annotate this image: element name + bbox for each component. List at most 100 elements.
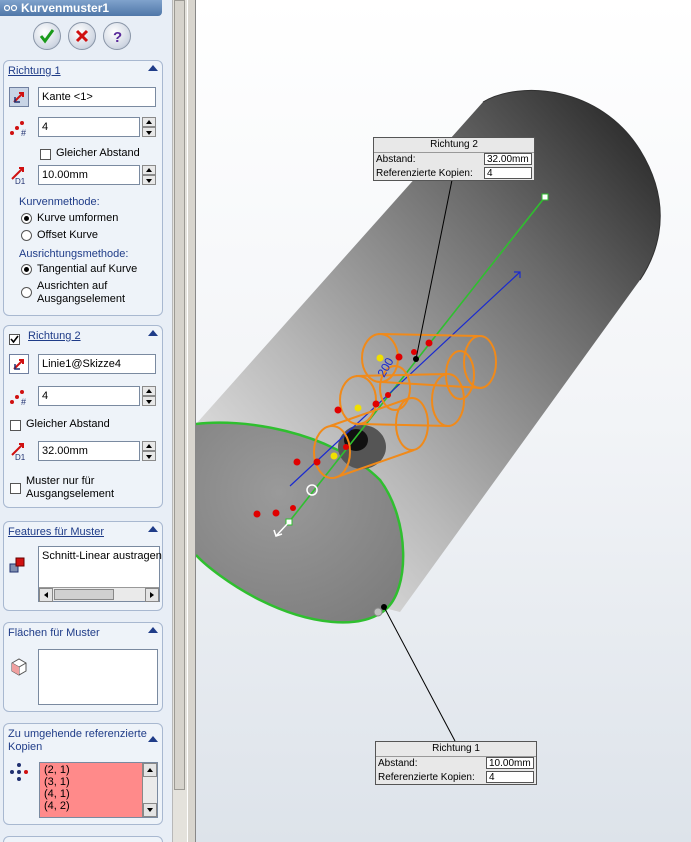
faces-collapse-icon[interactable]: [148, 627, 158, 633]
faces-title: Flächen für Muster: [8, 627, 100, 639]
callout-copies-value[interactable]: 4: [484, 167, 532, 179]
direction-2-count-field[interactable]: 4: [38, 386, 140, 406]
direction-1-callout-spacing-row: Abstand: 10.00mm: [376, 757, 536, 771]
callout-leader-bottom: [383, 606, 456, 742]
direction-1-callout-copies-row: Referenzierte Kopien: 4: [376, 771, 536, 785]
cancel-button[interactable]: [68, 22, 96, 50]
alignment-seed-radio[interactable]: [21, 287, 32, 298]
direction-1-spacing-spinner[interactable]: [142, 165, 156, 185]
callout-spacing-value[interactable]: 32.00mm: [484, 153, 532, 165]
spacing-icon: D1: [9, 165, 29, 186]
direction-2-title: Richtung 2: [28, 330, 81, 342]
callout-copies-label: Referenzierte Kopien:: [378, 772, 475, 783]
direction-1-collapse-icon[interactable]: [148, 65, 158, 71]
direction-2-callout-title: Richtung 2: [374, 138, 534, 153]
scroll-right-icon[interactable]: [145, 588, 159, 602]
property-manager: Kurvenmuster1 ? Richtung 1 Kante <1> # 4…: [0, 0, 172, 842]
curve-method-offset-radio[interactable]: [21, 230, 32, 241]
alignment-tangent-radio[interactable]: [21, 264, 32, 275]
direction-1-callout[interactable]: Richtung 1 Abstand: 10.00mm Referenziert…: [375, 741, 537, 785]
curve-method-transform-label: Kurve umformen: [37, 212, 119, 224]
skip-instances-section: Zu umgehende referenzierte Kopien (2, 1)…: [3, 723, 163, 825]
direction-1-count-field[interactable]: 4: [38, 117, 140, 137]
seed-only-checkbox[interactable]: [10, 483, 21, 494]
callout-spacing-label: Abstand:: [378, 758, 418, 769]
curve-method-offset-label: Offset Kurve: [37, 229, 98, 241]
help-button[interactable]: ?: [103, 22, 131, 50]
seed-only-label-2: Ausgangselement: [26, 488, 115, 500]
direction-2-spacing-icon: D1: [9, 441, 29, 462]
graphics-viewport[interactable]: 200: [196, 0, 691, 842]
panel-splitter[interactable]: [187, 0, 196, 842]
ok-button[interactable]: [33, 22, 61, 50]
ok-check-icon: [39, 29, 55, 44]
direction-1-header: Richtung 1: [8, 65, 158, 79]
skip-item[interactable]: (4, 2): [44, 800, 70, 812]
svg-text:D1: D1: [15, 453, 26, 461]
direction-1-edge-field[interactable]: Kante <1>: [38, 87, 156, 107]
features-list[interactable]: Schnitt-Linear austragen: [38, 546, 162, 602]
scroll-down-icon[interactable]: [143, 803, 157, 817]
direction-2-callout[interactable]: Richtung 2 Abstand: 32.00mm Referenziert…: [373, 137, 535, 181]
direction-2-equal-spacing-checkbox[interactable]: [10, 420, 21, 431]
skip-item[interactable]: (3, 1): [44, 776, 70, 788]
skip-item[interactable]: (4, 1): [44, 788, 70, 800]
skip-vertical-scrollbar[interactable]: [142, 763, 157, 817]
direction-1-title: Richtung 1: [8, 65, 61, 77]
features-scroll-thumb[interactable]: [54, 589, 114, 600]
direction-2-callout-copies-row: Referenzierte Kopien: 4: [374, 167, 534, 181]
features-icon: [8, 556, 28, 576]
skip-instances-header-1: Zu umgehende referenzierte: [8, 728, 147, 740]
curve-method-label: Kurvenmethode:: [19, 196, 100, 208]
direction-2-enable-checkbox[interactable]: [9, 334, 20, 345]
direction-1-equal-spacing-checkbox[interactable]: [40, 149, 51, 160]
line-endpoint[interactable]: [541, 193, 549, 201]
callout-spacing-value[interactable]: 10.00mm: [486, 757, 534, 769]
callout-copies-label: Referenzierte Kopien:: [376, 168, 473, 179]
property-manager-title-bar: Kurvenmuster1: [0, 0, 162, 16]
instances-icon: #: [9, 117, 29, 138]
callout-copies-value[interactable]: 4: [486, 771, 534, 783]
direction-1-callout-title: Richtung 1: [376, 742, 536, 757]
features-horizontal-scrollbar[interactable]: [39, 587, 159, 602]
property-manager-title: Kurvenmuster1: [21, 1, 110, 15]
direction-2-collapse-icon[interactable]: [148, 330, 158, 336]
alignment-seed-label-2: Ausgangselement: [37, 293, 126, 305]
scroll-up-icon[interactable]: [143, 763, 157, 777]
direction-1-equal-spacing-label: Gleicher Abstand: [56, 147, 140, 159]
edge-handle[interactable]: [373, 607, 383, 617]
help-icon: ?: [113, 29, 122, 44]
direction-2-spacing-field[interactable]: 32.00mm: [38, 441, 140, 461]
faces-header: Flächen für Muster: [8, 627, 158, 641]
svg-text:D1: D1: [15, 177, 26, 185]
cancel-x-icon: [75, 29, 89, 43]
skip-instances-header-2: Kopien: [8, 741, 43, 753]
svg-text:?: ?: [113, 29, 122, 44]
direction-arrow-icon[interactable]: [9, 87, 29, 107]
direction-2-edge-field[interactable]: Linie1@Skizze4: [38, 354, 156, 374]
features-list-item[interactable]: Schnitt-Linear austragen: [42, 550, 162, 562]
skip-item[interactable]: (2, 1): [44, 764, 70, 776]
direction-2-section: Richtung 2 Linie1@Skizze4 # 4 Gleicher A…: [3, 325, 163, 508]
curve-method-transform-radio[interactable]: [21, 213, 32, 224]
direction-2-arrow-icon[interactable]: [9, 354, 29, 374]
callout-spacing-label: Abstand:: [376, 154, 416, 165]
scroll-left-icon[interactable]: [39, 588, 53, 602]
skip-instances-icon: [9, 762, 29, 782]
skip-instances-collapse-icon[interactable]: [148, 736, 158, 742]
svg-text:#: #: [21, 397, 26, 406]
skip-instances-list[interactable]: (2, 1) (3, 1) (4, 1) (4, 2): [39, 762, 158, 818]
property-manager-scroll-thumb[interactable]: [174, 0, 185, 790]
model-canvas[interactable]: 200: [196, 0, 691, 842]
features-collapse-icon[interactable]: [148, 526, 158, 532]
faces-section: Flächen für Muster: [3, 622, 163, 712]
features-section: Features für Muster Schnitt-Linear austr…: [3, 521, 163, 611]
direction-2-count-spinner[interactable]: [142, 386, 156, 406]
direction-2-spacing-spinner[interactable]: [142, 441, 156, 461]
direction-1-count-spinner[interactable]: [142, 117, 156, 137]
direction-1-spacing-field[interactable]: 10.00mm: [38, 165, 140, 185]
faces-list[interactable]: [38, 649, 158, 705]
seed-only-label-1: Muster nur für: [26, 475, 95, 487]
features-header: Features für Muster: [8, 526, 158, 540]
direction-2-callout-spacing-row: Abstand: 32.00mm: [374, 153, 534, 167]
